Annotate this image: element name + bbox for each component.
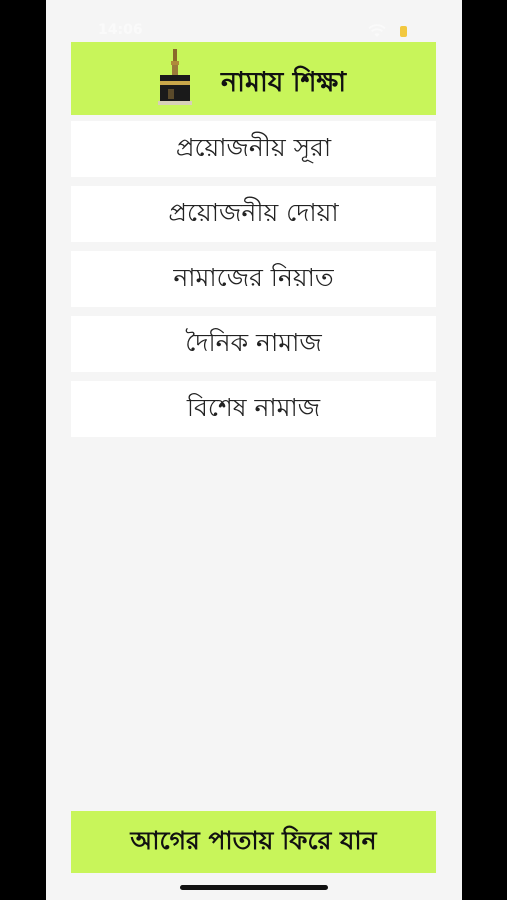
home-indicator[interactable] xyxy=(180,885,328,890)
menu-item-daily-namaz[interactable]: দৈনিক নামাজ xyxy=(71,316,436,372)
battery-icon xyxy=(400,26,407,37)
status-time: 14:06 xyxy=(98,22,143,38)
wifi-icon xyxy=(368,24,386,37)
phone-screen: 14:06 নামায শিক্ষা প্রয়োজনীয় সূরা প্রয… xyxy=(46,0,462,900)
page-title: নামায শিক্ষা xyxy=(221,67,347,98)
menu-item-required-surah[interactable]: প্রয়োজনীয় সূরা xyxy=(71,121,436,177)
app-header: নামায শিক্ষা xyxy=(71,42,436,115)
kaaba-icon xyxy=(158,49,192,105)
menu-item-required-dua[interactable]: প্রয়োজনীয় দোয়া xyxy=(71,186,436,242)
menu-item-namaz-niyat[interactable]: নামাজের নিয়াত xyxy=(71,251,436,307)
menu-item-special-namaz[interactable]: বিশেষ নামাজ xyxy=(71,381,436,437)
menu-list: প্রয়োজনীয় সূরা প্রয়োজনীয় দোয়া নামাজ… xyxy=(71,121,436,446)
status-bar: 14:06 xyxy=(46,0,462,44)
back-button[interactable]: আগের পাতায় ফিরে যান xyxy=(71,811,436,873)
